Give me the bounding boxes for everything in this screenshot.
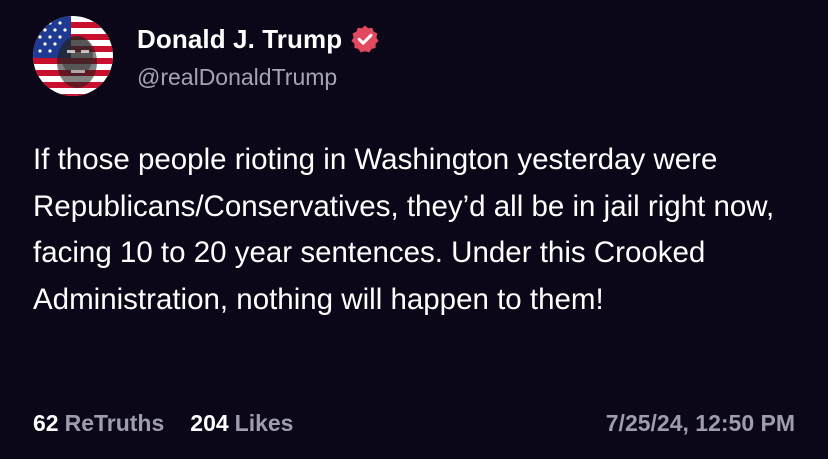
likes-count: 204 — [190, 410, 229, 436]
author-handle[interactable]: @realDonaldTrump — [137, 64, 337, 91]
author-display-name[interactable]: Donald J. Trump — [137, 24, 342, 55]
post-text: If those people rioting in Washington ye… — [33, 143, 775, 316]
retruths-label: ReTruths — [64, 410, 165, 436]
retruths-count: 62 — [33, 410, 59, 436]
post-timestamp[interactable]: 7/25/24, 12:50 PM — [606, 410, 795, 437]
author-name-row: Donald J. Trump — [137, 22, 380, 56]
likes-label: Likes — [234, 410, 294, 436]
retruths-stat[interactable]: 62 ReTruths — [33, 410, 164, 437]
verified-badge-icon — [350, 24, 380, 54]
likes-stat[interactable]: 204 Likes — [190, 410, 293, 437]
avatar[interactable] — [33, 16, 113, 96]
post-card: Donald J. Trump @realDonaldTrump If thos… — [0, 0, 828, 459]
post-stats: 62 ReTruths 204 Likes — [33, 410, 319, 437]
american-flag-portrait-avatar-icon — [33, 16, 113, 96]
